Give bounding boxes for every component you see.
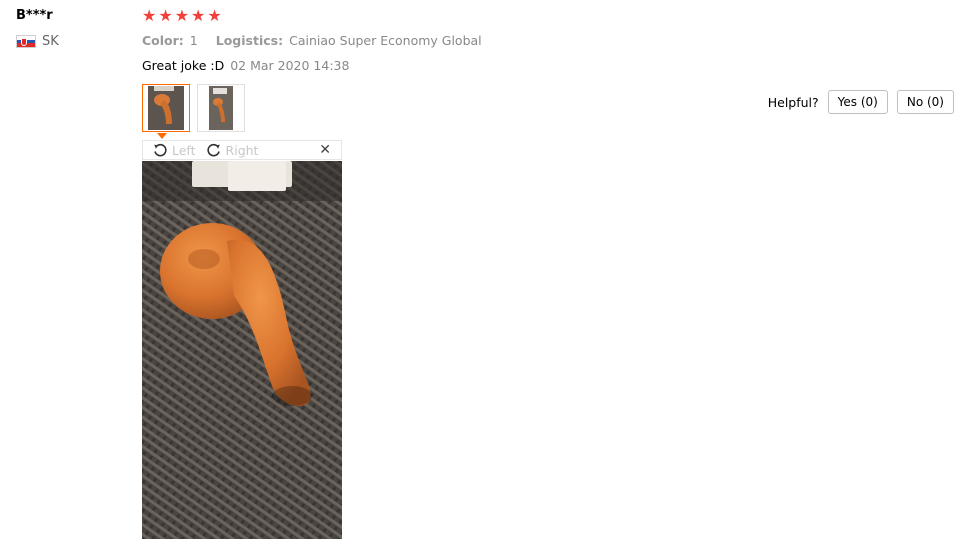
helpful-label: Helpful? [767,94,819,110]
photo-thumbnail[interactable] [142,84,190,132]
order-meta: Color: 1 Logistics: Cainiao Super Econom… [142,33,494,48]
photo-thumbnail[interactable] [197,84,245,132]
reviewer-name: B***r [16,8,53,23]
rotate-left-icon [154,143,167,157]
review-text: Great joke :D [142,58,225,73]
review-date: 02 Mar 2020 14:38 [230,58,350,73]
color-value: 1 [189,33,198,48]
reviewer-country: SK [16,34,59,49]
rotate-right-button[interactable]: Right [206,142,259,158]
rotate-left-label: Left [172,142,196,158]
photo-thumbnail-image [148,86,184,130]
logistics-label: Logistics: [215,33,284,48]
image-viewer-toolbar: Left Right ✕ [142,140,342,160]
close-icon[interactable]: ✕ [319,142,331,158]
color-label: Color: [142,33,184,48]
star-icon: ★ [142,6,157,25]
review-photo-image [142,161,342,539]
star-icon: ★ [174,6,190,25]
star-icon: ★ [191,6,206,25]
star-icon: ★ [158,6,173,25]
helpful-yes-button[interactable]: Yes (0) [827,90,888,114]
slovakia-flag-icon [16,35,36,48]
country-code: SK [42,34,59,49]
selected-thumbnail-pointer [157,133,167,139]
star-icon: ★ [207,6,222,25]
logistics-value: Cainiao Super Economy Global [289,33,482,48]
rotate-right-label: Right [225,142,259,158]
enlarged-review-photo [142,161,342,539]
helpful-vote: Helpful? Yes (0) No (0) [768,90,954,114]
rotate-left-button[interactable]: Left [152,142,196,158]
rotate-right-icon [206,143,220,157]
star-rating: ★ ★ ★ ★ ★ [142,8,222,24]
review-content: Great joke :D 02 Mar 2020 14:38 [142,58,349,73]
helpful-no-button[interactable]: No (0) [896,90,954,114]
photo-thumbnail-image [209,86,233,130]
